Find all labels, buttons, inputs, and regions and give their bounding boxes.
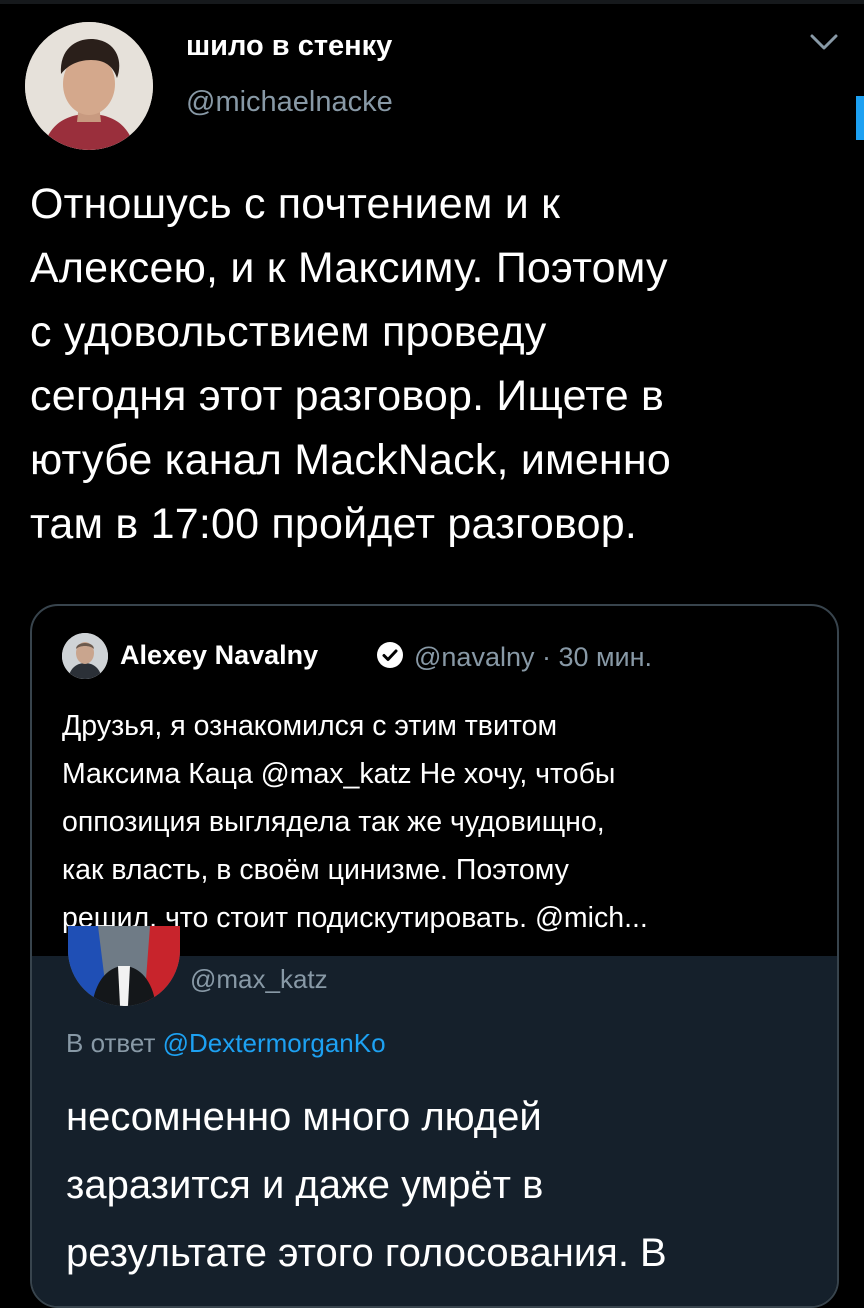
- verified-badge-icon: [375, 640, 405, 670]
- reply-context: В ответ @DextermorganKo: [66, 1028, 386, 1059]
- embedded-author-handle[interactable]: @max_katz: [190, 964, 328, 995]
- author-avatar[interactable]: [25, 22, 153, 150]
- embedded-tweet[interactable]: @max_katz В ответ @DextermorganKo несомн…: [32, 926, 837, 1306]
- scrollbar-thumb[interactable]: [856, 96, 864, 140]
- quoted-handle-time: @navalny · 30 мин.: [414, 642, 653, 672]
- top-divider: [0, 0, 864, 4]
- tweet-text: Отношусь с почтением и к Алексею, и к Ма…: [30, 180, 671, 548]
- quoted-author-avatar[interactable]: [62, 633, 108, 679]
- embedded-tweet-text: несомненно много людей заразится и даже …: [66, 1095, 667, 1275]
- quoted-author-name[interactable]: Alexey Navalny: [120, 640, 318, 671]
- chevron-down-icon[interactable]: [806, 28, 842, 56]
- quoted-tweet-text: Друзья, я ознакомился с этим твитом Макс…: [62, 710, 648, 934]
- author-name[interactable]: шило в стенку: [186, 30, 392, 63]
- reply-prefix: В ответ: [66, 1028, 156, 1058]
- quoted-tweet[interactable]: Alexey Navalny @navalny · 30 мин. Друзья…: [30, 604, 839, 1308]
- reply-to-link[interactable]: @DextermorganKo: [163, 1028, 386, 1058]
- embedded-author-avatar[interactable]: [68, 926, 180, 1006]
- author-handle[interactable]: @michaelnacke: [186, 86, 393, 119]
